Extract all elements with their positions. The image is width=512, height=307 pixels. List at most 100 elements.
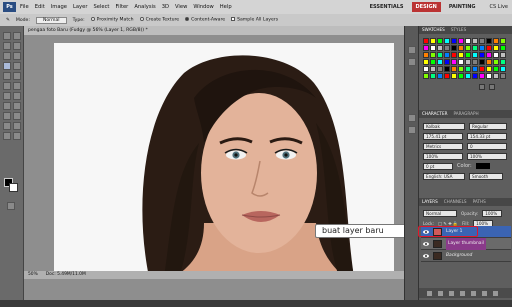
color-swatch[interactable] — [437, 52, 443, 58]
color-swatch[interactable] — [430, 38, 436, 44]
proximity-match-radio[interactable]: Proximity Match — [90, 17, 134, 23]
color-swatch[interactable] — [500, 52, 506, 58]
photoshop-logo[interactable]: Ps — [3, 2, 16, 12]
color-swatch[interactable] — [444, 59, 450, 65]
new-swatch-icon[interactable] — [479, 84, 485, 90]
tab-channels[interactable]: CHANNELS — [444, 198, 467, 206]
vertical-scale-field[interactable]: 100% — [423, 152, 463, 160]
hand-tool-icon[interactable] — [3, 132, 11, 140]
quick-mask-icon[interactable] — [7, 202, 15, 210]
brush-tool-icon[interactable] — [13, 62, 21, 70]
color-swatch[interactable] — [430, 52, 436, 58]
delete-layer-icon[interactable] — [493, 290, 498, 296]
color-swatch[interactable] — [486, 59, 492, 65]
color-swatch[interactable] — [479, 73, 485, 79]
menu-layer[interactable]: Layer — [73, 4, 87, 10]
color-swatch[interactable] — [493, 66, 499, 72]
color-swatch[interactable] — [479, 38, 485, 44]
color-swatch[interactable] — [500, 38, 506, 44]
kerning-field[interactable]: Metrics — [423, 142, 463, 150]
move-tool-icon[interactable] — [3, 32, 11, 40]
color-swatch[interactable] — [423, 66, 429, 72]
marquee-tool-icon[interactable] — [13, 32, 21, 40]
color-swatch[interactable] — [493, 52, 499, 58]
dodge-tool-icon[interactable] — [13, 92, 21, 100]
horizontal-scale-field[interactable]: 100% — [467, 152, 507, 160]
menu-view[interactable]: View — [175, 4, 187, 10]
font-style-select[interactable]: Regular — [469, 122, 507, 130]
brush-preset-icon[interactable]: ✎ — [6, 18, 10, 23]
color-swatch[interactable] — [479, 59, 485, 65]
3d-orbit-tool-icon[interactable] — [13, 122, 21, 130]
color-swatch[interactable] — [430, 73, 436, 79]
color-swatch[interactable] — [458, 66, 464, 72]
zoom-level[interactable]: 50% — [28, 271, 38, 279]
color-swatch[interactable] — [444, 52, 450, 58]
color-swatch[interactable] — [486, 66, 492, 72]
color-swatch[interactable] — [423, 73, 429, 79]
quick-select-tool-icon[interactable] — [13, 42, 21, 50]
layer-name[interactable]: Layer thumbnail — [446, 238, 486, 250]
link-layers-icon[interactable] — [427, 290, 432, 296]
opacity-field[interactable]: 100% — [482, 210, 503, 217]
menu-image[interactable]: Image — [51, 4, 67, 10]
adjustment-layer-icon[interactable] — [460, 290, 465, 296]
tracking-field[interactable]: 0 — [467, 142, 507, 150]
layer-style-icon[interactable] — [438, 290, 443, 296]
color-swatch[interactable] — [423, 52, 429, 58]
color-swatch[interactable] — [451, 38, 457, 44]
clone-stamp-tool-icon[interactable] — [3, 72, 11, 80]
color-swatch[interactable] — [472, 66, 478, 72]
color-swatch[interactable] — [472, 52, 478, 58]
content-aware-radio[interactable]: Content-Aware — [185, 17, 225, 23]
workspace-painting[interactable]: PAINTING — [445, 2, 480, 12]
color-swatch[interactable] — [472, 45, 478, 51]
font-size-field[interactable]: 175.41 pt — [423, 132, 463, 140]
tab-swatches[interactable]: SWATCHES — [422, 26, 445, 34]
color-swatch[interactable] — [451, 59, 457, 65]
new-layer-icon[interactable] — [482, 290, 487, 296]
color-swatch[interactable] — [458, 38, 464, 44]
color-swatch[interactable] — [472, 38, 478, 44]
menu-window[interactable]: Window — [193, 4, 213, 10]
color-swatch[interactable] — [458, 59, 464, 65]
mode-select[interactable]: Normal — [35, 16, 67, 24]
color-swatch[interactable] — [493, 38, 499, 44]
doc-info[interactable]: Doc: 5.49M/11.0M — [46, 271, 86, 279]
create-texture-radio[interactable]: Create Texture — [139, 17, 179, 23]
color-swatch[interactable] — [444, 73, 450, 79]
eye-icon[interactable] — [423, 253, 429, 259]
lasso-tool-icon[interactable] — [3, 42, 11, 50]
menu-select[interactable]: Select — [93, 4, 109, 10]
color-swatch[interactable] — [465, 38, 471, 44]
color-swatch[interactable] — [465, 52, 471, 58]
tab-styles[interactable]: STYLES — [451, 26, 466, 34]
color-swatch[interactable] — [458, 45, 464, 51]
color-swatch[interactable] — [500, 73, 506, 79]
type-tool-icon[interactable] — [13, 102, 21, 110]
color-swatch[interactable] — [437, 59, 443, 65]
menu-filter[interactable]: Filter — [115, 4, 128, 10]
color-swatch[interactable] — [465, 73, 471, 79]
menu-edit[interactable]: Edit — [35, 4, 45, 10]
gradient-tool-icon[interactable] — [13, 82, 21, 90]
color-swatch[interactable] — [458, 73, 464, 79]
leading-field[interactable]: 154.33 pt — [467, 132, 507, 140]
cs-live-link[interactable]: CS Live — [484, 4, 508, 10]
actions-panel-icon[interactable] — [408, 58, 416, 66]
crop-tool-icon[interactable] — [3, 52, 11, 60]
color-swatch[interactable] — [437, 66, 443, 72]
layer-row-background[interactable]: Background — [421, 250, 511, 262]
color-swatch[interactable] — [423, 38, 429, 44]
tab-character[interactable]: CHARACTER — [422, 110, 448, 118]
add-mask-icon[interactable] — [449, 290, 454, 296]
color-swatch[interactable] — [430, 59, 436, 65]
workspace-design[interactable]: DESIGN — [411, 2, 441, 12]
color-swatch[interactable] — [437, 38, 443, 44]
sample-all-layers-checkbox[interactable]: Sample All Layers — [231, 17, 278, 23]
layer-row-thumbnail[interactable]: Layer thumbnail — [421, 238, 511, 250]
layer-name[interactable]: Background — [446, 250, 472, 262]
eyedropper-tool-icon[interactable] — [13, 52, 21, 60]
color-swatch[interactable] — [423, 59, 429, 65]
color-swatch[interactable] — [479, 52, 485, 58]
